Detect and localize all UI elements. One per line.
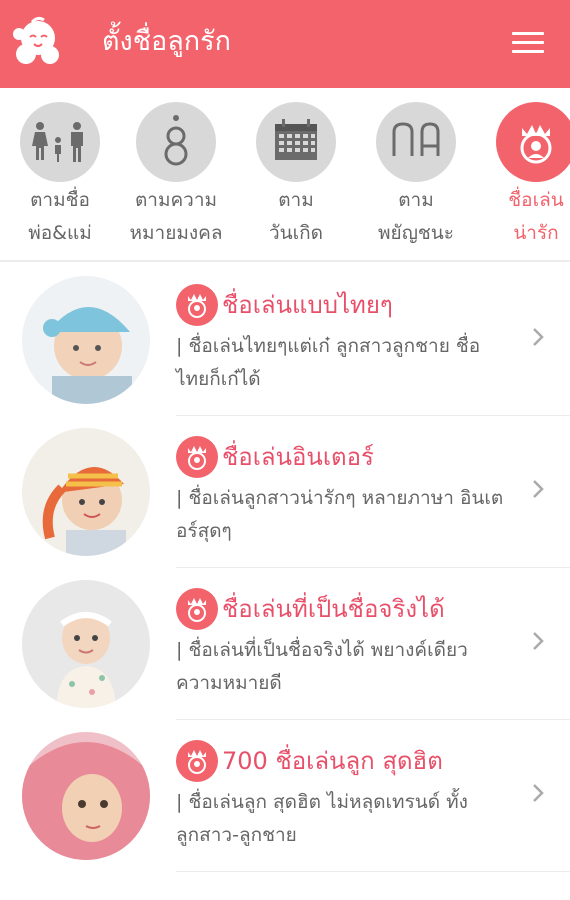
item-title: ชื่อเล่นแบบไทยๆ xyxy=(222,291,393,319)
tab-cute-nicknames[interactable]: ชื่อเล่น น่ารัก xyxy=(474,102,570,252)
chevron-right-icon xyxy=(530,782,546,804)
app-title: ตั้งชื่อลูกรัก xyxy=(102,26,232,57)
tab-by-parents-name[interactable]: ตามชื่อ พ่อ&แม่ xyxy=(0,102,122,252)
item-title: 700 ชื่อเล่นลูก สุดฮิต xyxy=(222,747,443,775)
crowned-baby-badge-icon xyxy=(176,740,218,782)
crowned-baby-icon xyxy=(496,102,570,182)
tab-by-lucky-meaning[interactable]: ตามความ หมายมงคล xyxy=(114,102,238,252)
tab-label: ตามความ หมายมงคล xyxy=(129,189,223,244)
baby-striped-hat-photo xyxy=(22,428,150,556)
item-description: | ชื่อเล่นลูก สุดฮิต ไม่หลุดเทรนด์ ทั้งล… xyxy=(176,791,468,846)
chevron-right-icon xyxy=(530,630,546,652)
tab-by-consonant[interactable]: ตาม พยัญชนะ xyxy=(354,102,478,252)
lucky-number-8-icon xyxy=(136,102,216,182)
tab-label: ชื่อเล่น น่ารัก xyxy=(508,189,564,244)
baby-blue-hat-photo xyxy=(22,276,150,404)
crowned-baby-badge-icon xyxy=(176,436,218,478)
tab-label: ตาม พยัญชนะ xyxy=(378,189,454,244)
tab-by-birthday[interactable]: ตาม วันเกิด xyxy=(234,102,358,252)
list-item[interactable]: ชื่อเล่นที่เป็นชื่อจริงได้ | ชื่อเล่นที่… xyxy=(0,568,570,720)
calendar-icon xyxy=(256,102,336,182)
item-title: ชื่อเล่นที่เป็นชื่อจริงได้ xyxy=(222,595,445,623)
item-description: | ชื่อเล่นที่เป็นชื่อจริงได้ พยางค์เดียว… xyxy=(176,639,468,694)
list-item[interactable]: ชื่อเล่นแบบไทยๆ | ชื่อเล่นไทยๆแต่เก๋ ลูก… xyxy=(0,264,570,416)
tab-label: ตาม วันเกิด xyxy=(269,189,323,244)
family-icon xyxy=(20,102,100,182)
item-description: | ชื่อเล่นลูกสาวน่ารักๆ หลายภาษา อินเตอร… xyxy=(176,487,504,542)
baby-headband-photo xyxy=(22,580,150,708)
category-tabs: ตามชื่อ พ่อ&แม่ ตามความ หมายมงคล ตาม วัน… xyxy=(0,88,570,262)
tab-label: ตามชื่อ พ่อ&แม่ xyxy=(28,189,92,244)
app-header: ตั้งชื่อลูกรัก xyxy=(0,0,570,88)
baby-pink-towel-photo xyxy=(22,732,150,860)
item-description: | ชื่อเล่นไทยๆแต่เก๋ ลูกสาวลูกชาย ชื่อไท… xyxy=(176,335,481,390)
item-title: ชื่อเล่นอินเตอร์ xyxy=(222,443,374,471)
list-item[interactable]: 700 ชื่อเล่นลูก สุดฮิต | ชื่อเล่นลูก สุด… xyxy=(0,720,570,872)
divider xyxy=(176,871,570,872)
crowned-baby-badge-icon xyxy=(176,588,218,630)
chevron-right-icon xyxy=(530,326,546,348)
chevron-right-icon xyxy=(530,478,546,500)
thai-letters-icon xyxy=(376,102,456,182)
list-item[interactable]: ชื่อเล่นอินเตอร์ | ชื่อเล่นลูกสาวน่ารักๆ… xyxy=(0,416,570,568)
hamburger-menu-icon[interactable] xyxy=(508,27,548,61)
baby-logo-icon xyxy=(8,10,70,72)
crowned-baby-badge-icon xyxy=(176,284,218,326)
